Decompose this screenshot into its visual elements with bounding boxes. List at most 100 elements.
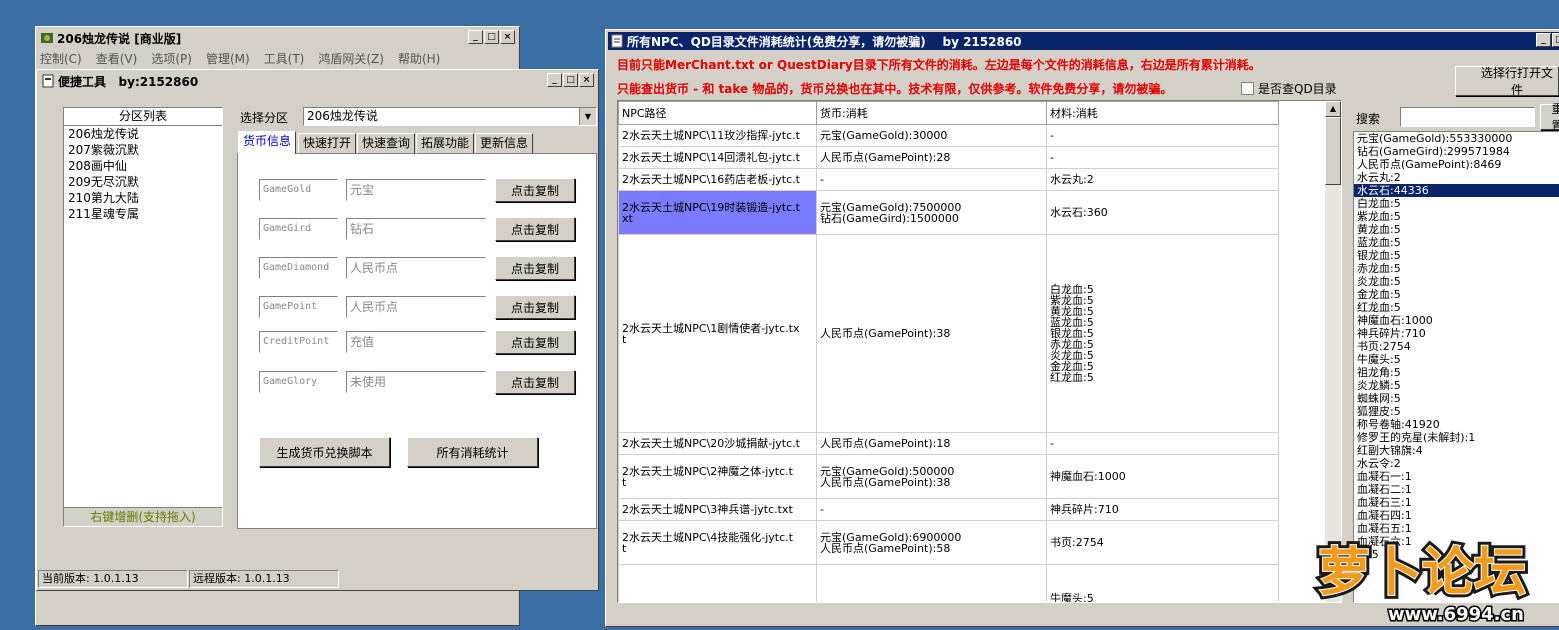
column-npc-path[interactable]: NPC路径 bbox=[618, 101, 817, 125]
totals-item[interactable]: 血凝石一:1 bbox=[1354, 470, 1559, 483]
totals-item[interactable]: 元宝(GameGold):553330000 bbox=[1354, 132, 1559, 145]
cell-path[interactable]: 2水云天土城NPC\1剧情使者-jytc.tx t bbox=[618, 234, 817, 433]
currency-code-field[interactable]: GameGlory bbox=[259, 371, 338, 393]
currency-name-field[interactable]: 钻石 bbox=[346, 218, 486, 240]
menu-manage[interactable]: 管理(M) bbox=[206, 50, 250, 68]
close-button[interactable]: × bbox=[500, 30, 515, 44]
maximize-button[interactable]: □ bbox=[1552, 33, 1559, 47]
chevron-down-icon[interactable]: ▼ bbox=[579, 108, 596, 125]
cell-currency[interactable]: 元宝(GameGold):500000 人民币点(GamePoint):38 bbox=[816, 454, 1047, 499]
totals-item[interactable]: 祖龙角:5 bbox=[1354, 366, 1559, 379]
copy-button[interactable]: 点击复制 bbox=[495, 217, 575, 241]
table-row[interactable]: 2水云天土城NPC\20沙城捐献-jytc.t 人民币点(GamePoint):1… bbox=[618, 432, 1279, 455]
menu-control[interactable]: 控制(C) bbox=[40, 50, 82, 68]
all-stats-button[interactable]: 所有消耗统计 bbox=[407, 437, 538, 467]
totals-item[interactable]: 金龙血:5 bbox=[1354, 288, 1559, 301]
reset-button[interactable]: 重置 bbox=[1540, 102, 1559, 133]
qd-checkbox[interactable]: 是否查QD目录 bbox=[1241, 80, 1337, 97]
search-input[interactable] bbox=[1400, 107, 1535, 127]
cell-path[interactable]: 2水云天土城NPC\19时装锻造-jytc.t xt bbox=[618, 190, 817, 235]
cell-path[interactable]: 2水云天土城NPC\4技能强化-jytc.t t bbox=[618, 520, 817, 565]
cell-material[interactable]: 白龙血:5 紫龙血:5 黄龙血:5 蓝龙血:5 银龙血:5 赤龙血:5 炎龙血:… bbox=[1046, 234, 1279, 433]
cell-currency[interactable]: 元宝(GameGold):30000 bbox=[816, 124, 1047, 147]
currency-name-field[interactable]: 人民币点 bbox=[346, 296, 486, 318]
minimize-button[interactable]: _ bbox=[468, 30, 483, 44]
partition-item[interactable]: 209无尽沉默 bbox=[64, 174, 222, 190]
partition-item[interactable]: 207紫薇沉默 bbox=[64, 142, 222, 158]
maximize-button[interactable]: □ bbox=[484, 30, 499, 44]
totals-item[interactable]: 赤龙血:5 bbox=[1354, 262, 1559, 275]
tab-extensions[interactable]: 拓展功能 bbox=[416, 133, 475, 153]
cell-currency[interactable]: 人民币点(GamePoint):38 bbox=[816, 234, 1047, 433]
scroll-thumb[interactable] bbox=[1325, 117, 1341, 185]
tab-updates[interactable]: 更新信息 bbox=[475, 133, 534, 153]
totals-item[interactable]: 蜘蛛网:5 bbox=[1354, 392, 1559, 405]
tool-window-titlebar[interactable]: 便捷工具 by:2152860 _ □ × bbox=[39, 72, 596, 90]
menu-help[interactable]: 帮助(H) bbox=[398, 50, 440, 68]
copy-button[interactable]: 点击复制 bbox=[495, 330, 575, 354]
cell-currency[interactable]: - bbox=[816, 498, 1047, 521]
table-row[interactable]: 2水云天土城NPC\11玫沙指挥-jytc.t 元宝(GameGold):3000… bbox=[618, 124, 1279, 147]
partition-item[interactable]: 206烛龙传说 bbox=[64, 126, 222, 142]
table-row[interactable]: 牛魔头:5 bbox=[618, 564, 1279, 602]
close-button[interactable]: × bbox=[579, 73, 594, 87]
column-currency[interactable]: 货币:消耗 bbox=[816, 101, 1047, 125]
menu-options[interactable]: 选项(P) bbox=[151, 50, 192, 68]
totals-item[interactable]: 炎龙鳞:5 bbox=[1354, 379, 1559, 392]
copy-button[interactable]: 点击复制 bbox=[495, 178, 575, 202]
cell-currency[interactable]: - bbox=[816, 168, 1047, 191]
table-row[interactable]: 2水云天土城NPC\16药店老板-jytc.t - 水云丸:2 bbox=[618, 168, 1279, 191]
cell-material[interactable]: 神魔血石:1000 bbox=[1046, 454, 1279, 499]
cell-currency[interactable]: 元宝(GameGold):7500000 钻石(GameGird):150000… bbox=[816, 190, 1047, 235]
stats-window-titlebar[interactable]: 所有NPC、QD目录文件消耗统计(免费分享，请勿被骗) by 2152860 _… bbox=[608, 32, 1559, 50]
table-row[interactable]: 2水云天土城NPC\19时装锻造-jytc.t xt 元宝(GameGold):7… bbox=[618, 190, 1279, 235]
totals-item[interactable]: 黄龙血:5 bbox=[1354, 223, 1559, 236]
cell-material[interactable]: - bbox=[1046, 146, 1279, 169]
cell-material[interactable]: 牛魔头:5 bbox=[1046, 564, 1279, 602]
menu-gateway[interactable]: 鸿盾网关(Z) bbox=[318, 50, 384, 68]
currency-code-field[interactable]: GameGird bbox=[259, 218, 338, 240]
table-row[interactable]: 2水云天土城NPC\4技能强化-jytc.t t 元宝(GameGold):690… bbox=[618, 520, 1279, 565]
cell-material[interactable]: 书页:2754 bbox=[1046, 520, 1279, 565]
totals-item[interactable]: 狐狸皮:5 bbox=[1354, 405, 1559, 418]
partition-select[interactable]: 206烛龙传说 ▼ bbox=[303, 107, 597, 126]
cell-path[interactable]: 2水云天土城NPC\2神魔之体-jytc.t t bbox=[618, 454, 817, 499]
tab-currency-info[interactable]: 货币信息 bbox=[238, 131, 297, 154]
copy-button[interactable]: 点击复制 bbox=[495, 256, 575, 280]
copy-button[interactable]: 点击复制 bbox=[495, 370, 575, 394]
table-row[interactable]: 2水云天土城NPC\14回溃礼包-jytc.t 人民币点(GamePoint):2… bbox=[618, 146, 1279, 169]
totals-item[interactable]: 神魔血石:1000 bbox=[1354, 314, 1559, 327]
currency-name-field[interactable]: 人民币点 bbox=[346, 257, 486, 279]
tab-quick-query[interactable]: 快速查询 bbox=[357, 133, 416, 153]
totals-item[interactable]: 人民币点(GamePoint):8469 bbox=[1354, 158, 1559, 171]
column-material[interactable]: 材料:消耗 bbox=[1046, 101, 1279, 125]
partition-item[interactable]: 211星魂专属 bbox=[64, 206, 222, 222]
currency-name-field[interactable]: 充值 bbox=[346, 331, 486, 353]
copy-button[interactable]: 点击复制 bbox=[495, 295, 575, 319]
totals-item[interactable]: 神兵碎片:710 bbox=[1354, 327, 1559, 340]
cell-currency[interactable]: 元宝(GameGold):6900000 人民币点(GamePoint):58 bbox=[816, 520, 1047, 565]
cell-material[interactable]: 神兵碎片:710 bbox=[1046, 498, 1279, 521]
cell-material[interactable]: - bbox=[1046, 432, 1279, 455]
cell-path[interactable]: 2水云天土城NPC\11玫沙指挥-jytc.t bbox=[618, 124, 817, 147]
menu-view[interactable]: 查看(V) bbox=[96, 50, 138, 68]
cell-material[interactable]: - bbox=[1046, 124, 1279, 147]
totals-item[interactable]: 血凝石二:1 bbox=[1354, 483, 1559, 496]
minimize-button[interactable]: _ bbox=[1536, 33, 1551, 47]
totals-item[interactable]: 银龙血:5 bbox=[1354, 249, 1559, 262]
menu-tools[interactable]: 工具(T) bbox=[264, 50, 305, 68]
checkbox-box[interactable] bbox=[1241, 82, 1254, 95]
totals-item[interactable]: 钻石(GameGird):299571984 bbox=[1354, 145, 1559, 158]
totals-item[interactable]: 牛魔头:5 bbox=[1354, 353, 1559, 366]
totals-item[interactable]: 水云石:44336 bbox=[1354, 184, 1559, 197]
table-scrollbar[interactable]: ▲ bbox=[1325, 101, 1341, 602]
currency-code-field[interactable]: GameDiamond bbox=[259, 257, 338, 279]
partition-item[interactable]: 210第九大陆 bbox=[64, 190, 222, 206]
totals-item[interactable]: 血凝石三:1 bbox=[1354, 496, 1559, 509]
cell-path[interactable]: 2水云天土城NPC\16药店老板-jytc.t bbox=[618, 168, 817, 191]
totals-item[interactable]: 炎龙血:5 bbox=[1354, 275, 1559, 288]
totals-item[interactable]: 蓝龙血:5 bbox=[1354, 236, 1559, 249]
totals-item[interactable]: 紫龙血:5 bbox=[1354, 210, 1559, 223]
partition-item[interactable]: 208画中仙 bbox=[64, 158, 222, 174]
table-row[interactable]: 2水云天土城NPC\2神魔之体-jytc.t t 元宝(GameGold):500… bbox=[618, 454, 1279, 499]
